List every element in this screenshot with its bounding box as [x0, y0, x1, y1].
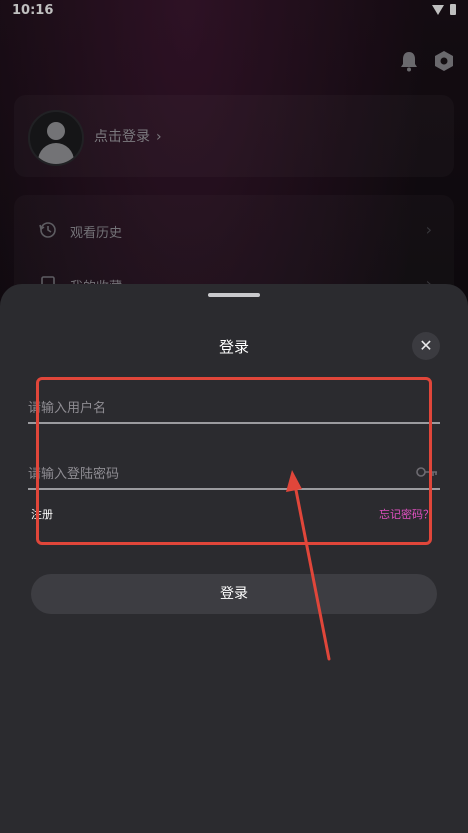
annotation-arrow	[286, 470, 331, 661]
